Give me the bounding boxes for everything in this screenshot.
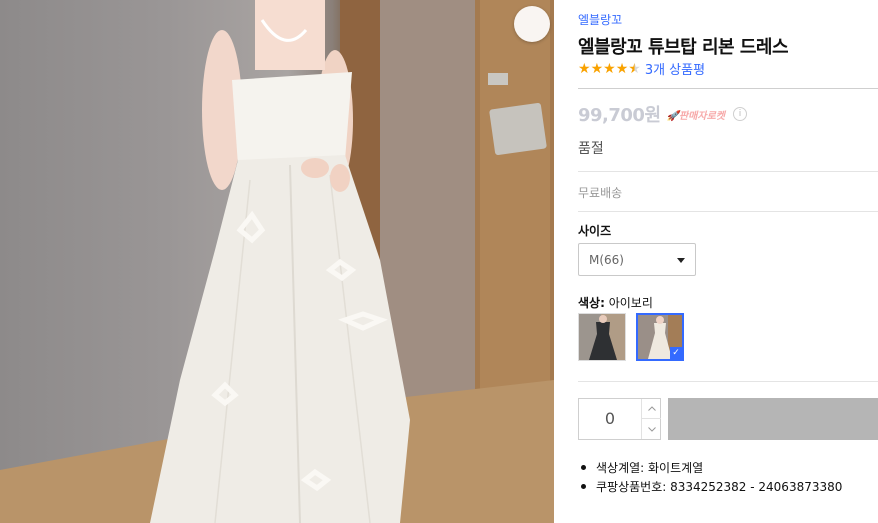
- product-image[interactable]: [0, 0, 554, 523]
- rating-stars: ★ ★ ★ ★ ★: [578, 61, 641, 77]
- dress-photo: [0, 0, 554, 523]
- divider: [578, 171, 878, 172]
- star-icon: ★: [603, 60, 616, 77]
- bullet-icon: [581, 465, 586, 470]
- delivery-info: 무료배송: [578, 186, 623, 200]
- chevron-up-icon: [647, 406, 656, 411]
- brand-link[interactable]: 엘블랑꼬: [578, 11, 622, 28]
- rating-row: ★ ★ ★ ★ ★ 3개 상품평: [578, 59, 705, 79]
- price-row: 99,700원 🚀판매자로켓 i: [578, 101, 747, 127]
- color-swatches: ✓: [578, 313, 684, 361]
- size-dropdown[interactable]: M(66): [578, 243, 696, 276]
- swatch-black[interactable]: [578, 313, 626, 361]
- list-item: 쿠팡상품번호: 8334252382 - 24063873380: [578, 477, 842, 496]
- zoom-search-icon: [514, 6, 554, 523]
- product-info-panel: 엘블랑꼬 엘블랑꼬 튜브탑 리본 드레스 ★ ★ ★ ★ ★ 3개 상품평 99…: [578, 0, 878, 523]
- rocket-badge: 🚀판매자로켓: [667, 107, 725, 122]
- caret-down-icon: [677, 258, 685, 263]
- rocket-icon: 🚀: [666, 110, 679, 122]
- star-icon: ★: [578, 60, 591, 77]
- chevron-down-icon: [647, 426, 656, 432]
- quantity-input[interactable]: 0: [579, 399, 641, 439]
- bullet-icon: [581, 484, 586, 489]
- divider: [578, 88, 878, 89]
- detail-text: 쿠팡상품번호: 8334252382 - 24063873380: [596, 480, 843, 494]
- product-title: 엘블랑꼬 튜브탑 리본 드레스: [578, 37, 789, 58]
- zoom-button[interactable]: [514, 6, 550, 42]
- rocket-badge-label: 판매자로켓: [678, 110, 725, 122]
- size-selected-value: M(66): [589, 252, 624, 267]
- star-icon: ★: [590, 60, 604, 77]
- add-to-cart-button[interactable]: [668, 398, 878, 440]
- size-label: 사이즈: [578, 224, 612, 238]
- black-dress-thumbnail: [579, 314, 625, 360]
- color-row: 색상: 아이보리: [578, 294, 653, 311]
- price: 99,700원: [578, 105, 661, 126]
- color-selected-value: 아이보리: [608, 296, 653, 310]
- divider: [578, 211, 878, 212]
- detail-text: 색상계열: 화이트계열: [596, 461, 704, 475]
- half-star-icon: ★: [628, 60, 641, 77]
- star-icon: ★: [615, 60, 629, 77]
- list-item: 색상계열: 화이트계열: [578, 458, 842, 477]
- divider: [578, 381, 878, 382]
- color-label: 색상:: [578, 296, 605, 310]
- check-icon: ✓: [670, 347, 682, 359]
- stock-status: 품절: [578, 141, 604, 157]
- quantity-increase-button[interactable]: [641, 399, 661, 419]
- review-count-link[interactable]: 3개 상품평: [645, 59, 705, 78]
- swatch-ivory[interactable]: ✓: [636, 313, 684, 361]
- product-details-list: 색상계열: 화이트계열 쿠팡상품번호: 8334252382 - 2406387…: [578, 458, 842, 496]
- info-icon[interactable]: i: [732, 107, 747, 121]
- quantity-stepper: 0: [578, 398, 661, 440]
- quantity-decrease-button[interactable]: [641, 419, 661, 439]
